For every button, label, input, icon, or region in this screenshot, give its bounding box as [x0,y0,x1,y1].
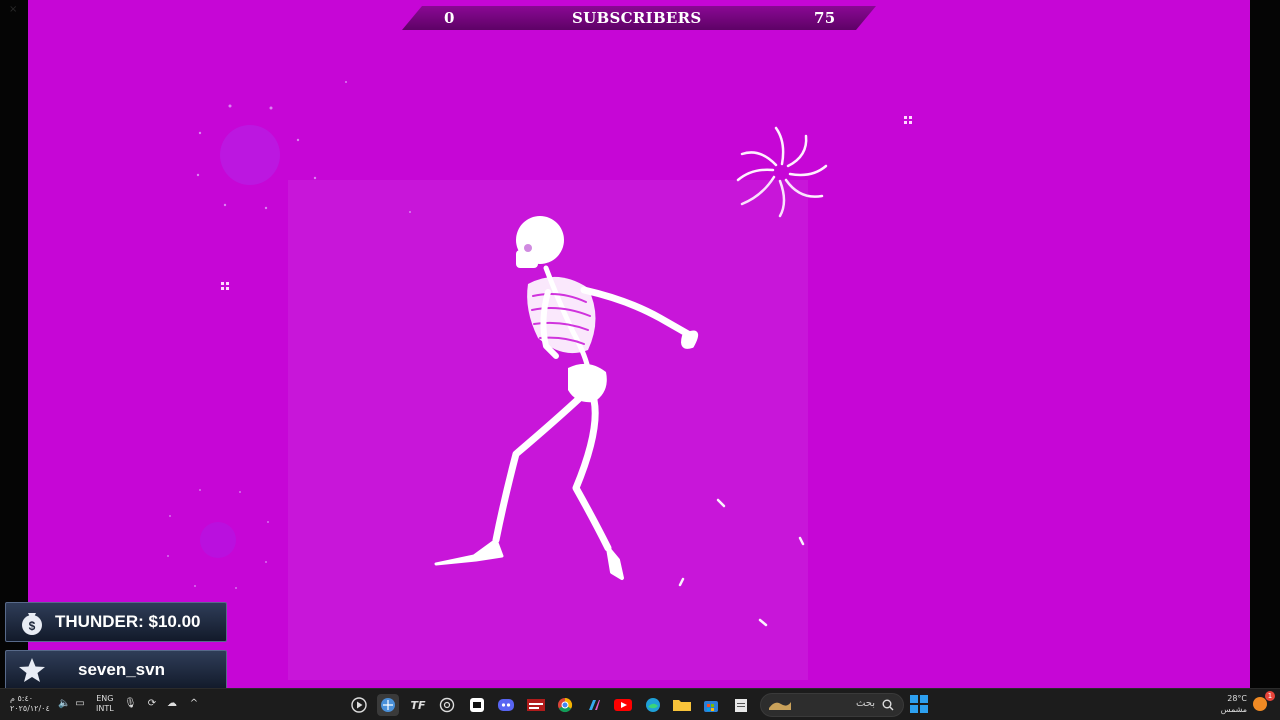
file-explorer-icon[interactable] [671,694,693,716]
sync-icon[interactable]: ⟳ [146,698,158,710]
capcut-icon[interactable] [466,694,488,716]
youtube-icon[interactable] [612,694,634,716]
notification-badge: 1 [1265,691,1275,701]
pinned-browser-icon[interactable] [377,694,399,716]
lang-layout: INTL [96,704,114,713]
notepad-icon[interactable] [730,694,752,716]
sparkle-square-2 [904,116,912,124]
twitch-app-icon[interactable] [525,694,547,716]
close-icon[interactable]: × [9,4,17,15]
media-player-icon[interactable] [348,694,370,716]
microsoft-store-icon[interactable] [700,694,722,716]
search-highlight-icon [769,702,791,710]
speaker-icon[interactable]: 🔈 [58,698,70,710]
goal-max-value: 75 [814,9,836,27]
right-border [1250,0,1280,688]
follow-alert: seven_svn [5,650,227,690]
clock-date: ٢٠٢٥/١٢/٠٤ [10,704,50,713]
money-bag-icon: $ [22,613,42,635]
donation-alert: $ THUNDER: $10.00 [5,602,227,642]
cloud-icon[interactable]: ☁ [166,698,178,710]
stream-canvas: 0 SUBSCRIBERS 75 [28,0,1250,688]
weather-widget[interactable]: 28°C مشمس [1215,693,1247,715]
copilot-icon[interactable] [583,694,605,716]
weather-desc: مشمس [1220,705,1247,714]
clock-time: ٥:٤٠ م [10,694,34,703]
left-border: × [0,0,28,688]
glow-left [220,125,280,185]
microphone-icon[interactable]: 🎙 [124,698,137,710]
weather-temp: 28°C [1227,694,1247,703]
network-icon[interactable]: ▭ [74,698,86,710]
system-clock[interactable]: ٥:٤٠ م ٢٠٢٥/١٢/٠٤ [10,694,50,714]
lang-code: ENG [96,694,114,703]
scene-graphics [167,81,912,680]
taskbar-search[interactable]: بحث [760,693,904,717]
taskbar: ٥:٤٠ م ٢٠٢٥/١٢/٠٤ 🔈 ▭ ENG INTL 🎙 ⟳ ☁ ^ T… [0,688,1280,720]
goal-label: SUBSCRIBERS [572,9,702,27]
edge-icon[interactable] [642,694,664,716]
glow-lower-left [200,522,236,558]
tf-app-icon[interactable]: TF [407,694,429,716]
discord-icon[interactable] [495,694,517,716]
search-placeholder: بحث [855,698,875,709]
subscriber-goal-bar: 0 SUBSCRIBERS 75 [402,6,876,30]
donation-text: THUNDER: $10.00 [55,612,201,631]
sun-icon [1253,697,1267,711]
goal-min-value: 0 [444,9,455,27]
chrome-icon[interactable] [554,694,576,716]
follow-text: seven_svn [78,660,165,679]
search-icon [882,699,894,711]
chevron-up-icon[interactable]: ^ [188,698,200,710]
svg-text:$: $ [29,619,36,633]
chatgpt-icon[interactable] [436,694,458,716]
windows-start-icon[interactable] [910,695,928,713]
sparkle-square-1 [221,282,229,290]
language-indicator[interactable]: ENG INTL [96,694,114,714]
star-icon [19,658,45,682]
